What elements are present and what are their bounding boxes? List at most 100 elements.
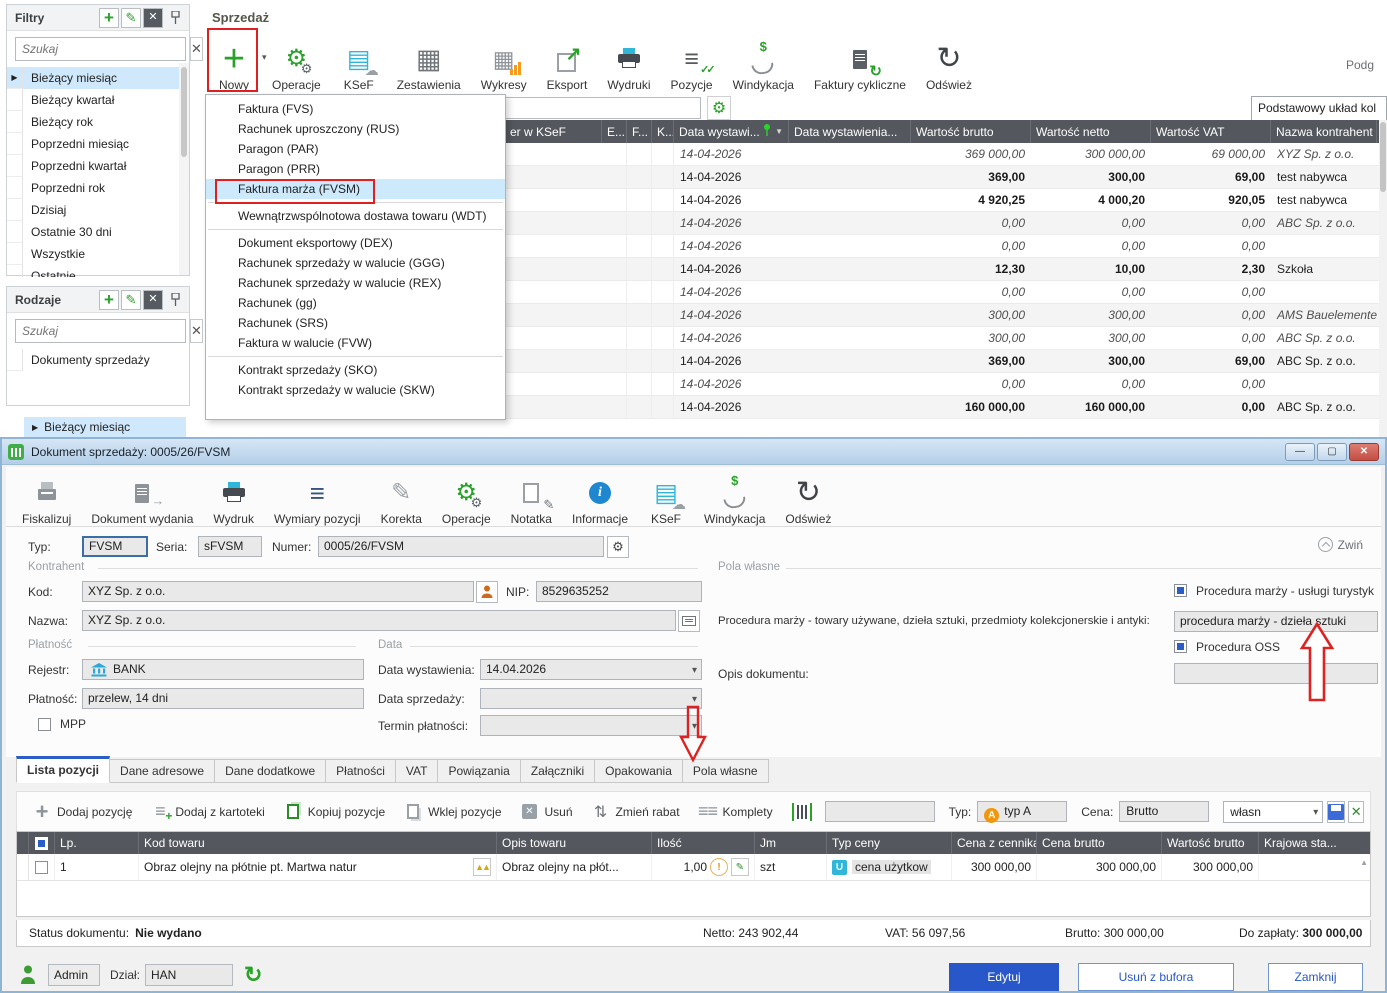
list-item-wszystkie[interactable]: Wszystkie bbox=[7, 243, 189, 265]
remove-from-buffer-button[interactable]: Usuń z bufora bbox=[1078, 963, 1234, 991]
menu-item-paragon-prr[interactable]: Paragon (PRR) bbox=[206, 159, 505, 179]
pos-cena-field[interactable]: Brutto bbox=[1119, 801, 1209, 822]
pos-button-dodaj-z-kartoteki[interactable]: ≡+Dodaj z kartoteki bbox=[150, 803, 264, 821]
procedura-marzy-turystyka-checkbox[interactable] bbox=[1174, 584, 1187, 597]
list-item-bieżący-rok[interactable]: Bieżący rok bbox=[7, 111, 189, 133]
layout-preset-select[interactable]: własn bbox=[1223, 801, 1323, 823]
column-header-wartość-netto[interactable]: Wartość netto bbox=[1031, 120, 1151, 143]
tab-dane-adresowe[interactable]: Dane adresowe bbox=[110, 759, 215, 783]
pin-icon[interactable] bbox=[165, 8, 185, 28]
add-type-button[interactable]: + bbox=[99, 290, 119, 310]
pos-column-header-kod-towaru[interactable]: Kod towaru bbox=[139, 832, 497, 854]
minimize-button[interactable]: — bbox=[1285, 443, 1315, 461]
list-item-ostatnie-30-dni[interactable]: Ostatnie 30 dni bbox=[7, 221, 189, 243]
chevron-down-icon[interactable]: ▾ bbox=[262, 52, 267, 63]
close-window-button[interactable]: Zamknij bbox=[1268, 963, 1363, 991]
pos-column-header-ilość[interactable]: Ilość bbox=[652, 832, 755, 854]
select-all-checkbox[interactable] bbox=[35, 837, 48, 850]
document-row[interactable]: 14-04-20260,000,000,00 bbox=[505, 235, 1379, 258]
document-row[interactable]: 14-04-2026369 000,00300 000,0069 000,00X… bbox=[505, 143, 1379, 166]
toolbar-button-windykacja[interactable]: $Windykacja bbox=[723, 30, 804, 92]
doc-toolbar-button-notatka[interactable]: ✎Notatka bbox=[501, 464, 562, 526]
toolbar-button-ksef[interactable]: ▤☁KSeF bbox=[331, 30, 387, 92]
toolbar-button-faktury-cykliczne[interactable]: ↻Faktury cykliczne bbox=[804, 30, 916, 92]
pos-button-usuń[interactable]: ✕Usuń bbox=[520, 803, 573, 821]
pos-column-header-lp[interactable]: Lp. bbox=[55, 832, 139, 854]
column-layout-selector[interactable]: Podstawowy układ kol bbox=[1251, 96, 1387, 121]
edit-filter-button[interactable]: ✎ bbox=[121, 8, 141, 28]
column-header-wartość-vat[interactable]: Wartość VAT bbox=[1151, 120, 1271, 143]
list-item-bieżący-kwartał[interactable]: Bieżący kwartał bbox=[7, 89, 189, 111]
menu-item-rachunek-gg[interactable]: Rachunek (gg) bbox=[206, 293, 505, 313]
tab-płatności[interactable]: Płatności bbox=[326, 759, 396, 783]
data-sprzedazy-field[interactable] bbox=[480, 688, 702, 709]
doc-toolbar-button-ksef[interactable]: ▤☁KSeF bbox=[638, 464, 694, 526]
pos-button-wklej-pozycje[interactable]: Wklej pozycje bbox=[403, 803, 501, 821]
typ-field[interactable]: FVSM bbox=[82, 536, 148, 557]
document-row[interactable]: 14-04-2026300,00300,000,00ABC Sp. z o.o. bbox=[505, 327, 1379, 350]
column-header-data-wystawi[interactable]: Data wystawi...▼ bbox=[674, 120, 789, 143]
scroll-up-icon[interactable]: ▲ bbox=[1360, 858, 1368, 867]
pos-column-header-jm[interactable]: Jm bbox=[755, 832, 827, 854]
kontrahent-kod-field[interactable]: XYZ Sp. z o.o. bbox=[82, 581, 474, 602]
number-settings-gear-icon[interactable]: ⚙ bbox=[607, 536, 629, 558]
menu-item-wewnątrzwspólnotowa-dostawa-towaru-wdt[interactable]: Wewnątrzwspólnotowa dostawa towaru (WDT) bbox=[206, 206, 505, 226]
barcode-scan-icon[interactable] bbox=[792, 803, 812, 821]
pos-column-header-wartość-brutto[interactable]: Wartość brutto bbox=[1162, 832, 1259, 854]
column-header-f[interactable]: F... bbox=[627, 120, 652, 143]
list-item-dzisiaj[interactable]: Dzisiaj bbox=[7, 199, 189, 221]
partial-filter-row[interactable]: ▶ Bieżący miesiąc bbox=[24, 417, 186, 437]
pos-typ-field[interactable]: Atyp A bbox=[977, 801, 1067, 822]
product-card-icon[interactable]: ▲▲ bbox=[473, 858, 491, 876]
procedura-marzy-field[interactable]: procedura marży - dzieła sztuki bbox=[1174, 611, 1378, 632]
doc-toolbar-button-dokument-wydania[interactable]: →Dokument wydania bbox=[81, 464, 203, 526]
document-row[interactable]: 14-04-2026369,00300,0069,00ABC Sp. z o.o… bbox=[505, 350, 1379, 373]
document-row[interactable]: 14-04-2026160 000,00160 000,000,00ABC Sp… bbox=[505, 396, 1379, 419]
tab-opakowania[interactable]: Opakowania bbox=[595, 759, 683, 783]
toolbar-button-nowy[interactable]: +Nowy bbox=[206, 30, 262, 92]
edit-quantity-icon[interactable]: ✎ bbox=[731, 858, 749, 876]
menu-item-rachunek-sprzedaży-w-walucie-rex[interactable]: Rachunek sprzedaży w walucie (REX) bbox=[206, 273, 505, 293]
document-row[interactable]: 14-04-20264 920,254 000,20920,05test nab… bbox=[505, 189, 1379, 212]
add-filter-button[interactable]: + bbox=[99, 8, 119, 28]
doc-toolbar-button-windykacja[interactable]: $Windykacja bbox=[694, 464, 775, 526]
refresh-icon[interactable]: ↻ bbox=[244, 962, 262, 988]
document-row[interactable]: 14-04-202612,3010,002,30Szkoła bbox=[505, 258, 1379, 281]
list-item-bieżący-miesiąc[interactable]: ▶Bieżący miesiąc bbox=[7, 67, 189, 89]
delete-layout-icon[interactable]: ✕ bbox=[1348, 801, 1364, 823]
pos-button-komplety[interactable]: ≡≡Komplety bbox=[698, 803, 773, 821]
tab-dane-dodatkowe[interactable]: Dane dodatkowe bbox=[215, 759, 326, 783]
doc-toolbar-button-odśwież[interactable]: ↻Odśwież bbox=[775, 464, 841, 526]
pos-button-zmień-rabat[interactable]: ⇅Zmień rabat bbox=[591, 803, 680, 821]
tab-pola-własne[interactable]: Pola własne bbox=[683, 759, 769, 783]
menu-item-kontrakt-sprzedaży-w-walucie-skw[interactable]: Kontrakt sprzedaży w walucie (SKW) bbox=[206, 380, 505, 400]
filters-search-input[interactable] bbox=[15, 37, 186, 61]
rejestr-field[interactable]: BANK bbox=[82, 659, 364, 680]
menu-item-faktura-marża-fvsm[interactable]: Faktura marża (FVSM) bbox=[206, 179, 505, 199]
document-row[interactable]: 14-04-2026369,00300,0069,00test nabywca bbox=[505, 166, 1379, 189]
document-row[interactable]: 14-04-20260,000,000,00 bbox=[505, 281, 1379, 304]
pos-column-header-opis-towaru[interactable]: Opis towaru bbox=[497, 832, 652, 854]
column-header-e[interactable]: E... bbox=[602, 120, 627, 143]
procedura-oss-checkbox[interactable] bbox=[1174, 640, 1187, 653]
filters-clear-search-button[interactable]: ✕ bbox=[190, 37, 203, 61]
mpp-checkbox[interactable] bbox=[38, 718, 51, 731]
maximize-button[interactable]: ▢ bbox=[1317, 443, 1347, 461]
filters-scrollbar[interactable] bbox=[179, 63, 189, 275]
user-field[interactable]: Admin bbox=[48, 964, 100, 986]
toolbar-button-wykresy[interactable]: ▦Wykresy bbox=[471, 30, 537, 92]
toolbar-button-eksport[interactable]: ↗Eksport bbox=[537, 30, 598, 92]
doc-toolbar-button-informacje[interactable]: iInformacje bbox=[562, 464, 638, 526]
list-item-poprzedni-rok[interactable]: Poprzedni rok bbox=[7, 177, 189, 199]
column-header-data-wystawienia[interactable]: Data wystawienia... bbox=[789, 120, 911, 143]
toolbar-button-zestawienia[interactable]: ▦Zestawienia bbox=[387, 30, 471, 92]
data-wystawienia-field[interactable]: 14.04.2026 bbox=[480, 659, 702, 680]
platnosc-field[interactable]: przelew, 14 dni bbox=[82, 688, 364, 709]
nip-field[interactable]: 8529635252 bbox=[536, 581, 702, 602]
pin-icon[interactable] bbox=[165, 290, 185, 310]
warning-icon[interactable]: ! bbox=[710, 858, 728, 876]
pos-button-dodaj-pozycję[interactable]: +Dodaj pozycję bbox=[32, 803, 132, 821]
edit-type-button[interactable]: ✎ bbox=[121, 290, 141, 310]
document-row[interactable]: 14-04-2026300,00300,000,00AMS Bauelement… bbox=[505, 304, 1379, 327]
save-layout-icon[interactable] bbox=[1327, 801, 1345, 823]
